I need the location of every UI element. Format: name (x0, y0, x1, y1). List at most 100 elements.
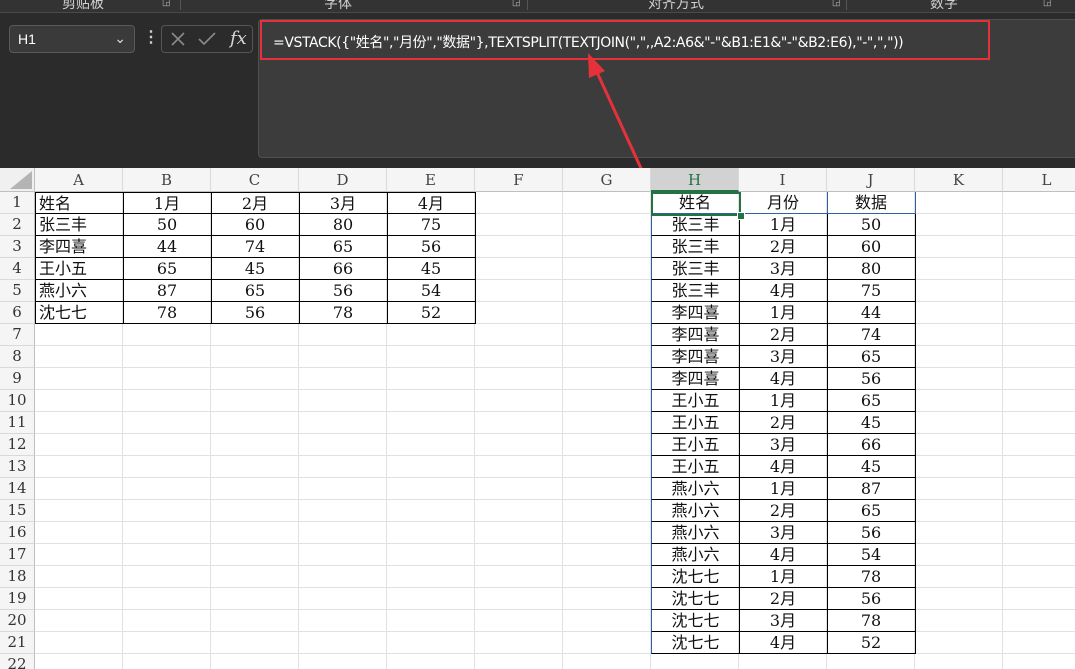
row-header-4[interactable]: 4 (0, 258, 35, 280)
cell-j1[interactable]: 数据 (827, 192, 916, 214)
cell-j15[interactable]: 65 (827, 500, 916, 522)
cell-h10[interactable]: 王小五 (651, 390, 740, 412)
column-header-f[interactable]: F (475, 168, 563, 192)
cell-c5[interactable]: 65 (211, 280, 300, 302)
cell-a4[interactable]: 王小五 (35, 258, 124, 280)
row-header-3[interactable]: 3 (0, 236, 35, 258)
cell-j12[interactable]: 66 (827, 434, 916, 456)
cell-i2[interactable]: 1月 (739, 214, 828, 236)
cell-j3[interactable]: 60 (827, 236, 916, 258)
cell-h2[interactable]: 张三丰 (651, 214, 740, 236)
cell-b5[interactable]: 87 (123, 280, 212, 302)
cell-j7[interactable]: 74 (827, 324, 916, 346)
select-all-corner[interactable] (0, 168, 35, 192)
cell-j5[interactable]: 75 (827, 280, 916, 302)
cell-i13[interactable]: 4月 (739, 456, 828, 478)
cell-e3[interactable]: 56 (387, 236, 476, 258)
check-icon[interactable] (198, 31, 216, 47)
cell-e2[interactable]: 75 (387, 214, 476, 236)
cell-j13[interactable]: 45 (827, 456, 916, 478)
column-header-j[interactable]: J (827, 168, 915, 192)
cell-d6[interactable]: 78 (299, 302, 388, 324)
row-header-22[interactable]: 22 (0, 654, 35, 669)
row-header-21[interactable]: 21 (0, 632, 35, 654)
cell-j18[interactable]: 78 (827, 566, 916, 588)
cell-d2[interactable]: 80 (299, 214, 388, 236)
cell-e6[interactable]: 52 (387, 302, 476, 324)
cell-e1[interactable]: 4月 (387, 192, 476, 214)
cell-i11[interactable]: 2月 (739, 412, 828, 434)
cell-d5[interactable]: 56 (299, 280, 388, 302)
cell-h16[interactable]: 燕小六 (651, 522, 740, 544)
row-header-9[interactable]: 9 (0, 368, 35, 390)
row-header-2[interactable]: 2 (0, 214, 35, 236)
row-header-8[interactable]: 8 (0, 346, 35, 368)
cell-c6[interactable]: 56 (211, 302, 300, 324)
cell-h11[interactable]: 王小五 (651, 412, 740, 434)
name-box[interactable]: H1 ⌄ (9, 25, 135, 53)
column-header-g[interactable]: G (563, 168, 651, 192)
cell-j6[interactable]: 44 (827, 302, 916, 324)
cell-b1[interactable]: 1月 (123, 192, 212, 214)
column-header-i[interactable]: I (739, 168, 827, 192)
cell-i3[interactable]: 2月 (739, 236, 828, 258)
cell-i16[interactable]: 3月 (739, 522, 828, 544)
cell-b3[interactable]: 44 (123, 236, 212, 258)
cell-i6[interactable]: 1月 (739, 302, 828, 324)
column-header-e[interactable]: E (387, 168, 475, 192)
cell-i15[interactable]: 2月 (739, 500, 828, 522)
cancel-x-icon[interactable] (170, 31, 186, 47)
cell-h6[interactable]: 李四喜 (651, 302, 740, 324)
cell-a1[interactable]: 姓名 (35, 192, 124, 214)
cell-j20[interactable]: 78 (827, 610, 916, 632)
cell-h17[interactable]: 燕小六 (651, 544, 740, 566)
row-header-1[interactable]: 1 (0, 192, 35, 214)
cell-j11[interactable]: 45 (827, 412, 916, 434)
chevron-down-icon[interactable]: ⌄ (114, 30, 126, 47)
row-header-15[interactable]: 15 (0, 500, 35, 522)
cell-i20[interactable]: 3月 (739, 610, 828, 632)
cell-h3[interactable]: 张三丰 (651, 236, 740, 258)
cell-i14[interactable]: 1月 (739, 478, 828, 500)
row-header-19[interactable]: 19 (0, 588, 35, 610)
cell-a3[interactable]: 李四喜 (35, 236, 124, 258)
cell-h4[interactable]: 张三丰 (651, 258, 740, 280)
cell-h5[interactable]: 张三丰 (651, 280, 740, 302)
cell-j10[interactable]: 65 (827, 390, 916, 412)
dialog-launcher-icon[interactable]: ◲ (832, 0, 842, 7)
cell-d4[interactable]: 66 (299, 258, 388, 280)
cell-c1[interactable]: 2月 (211, 192, 300, 214)
cell-h20[interactable]: 沈七七 (651, 610, 740, 632)
row-header-7[interactable]: 7 (0, 324, 35, 346)
cell-j14[interactable]: 87 (827, 478, 916, 500)
row-header-18[interactable]: 18 (0, 566, 35, 588)
fill-handle[interactable] (737, 212, 745, 220)
cell-j2[interactable]: 50 (827, 214, 916, 236)
cell-b2[interactable]: 50 (123, 214, 212, 236)
cell-a6[interactable]: 沈七七 (35, 302, 124, 324)
cell-j9[interactable]: 56 (827, 368, 916, 390)
insert-function-button[interactable]: fx (230, 28, 247, 49)
cell-i10[interactable]: 1月 (739, 390, 828, 412)
cell-i18[interactable]: 1月 (739, 566, 828, 588)
column-header-a[interactable]: A (35, 168, 123, 192)
formula-input[interactable]: =VSTACK({"姓名","月份","数据"},TEXTSPLIT(TEXTJ… (258, 19, 1075, 158)
cell-i7[interactable]: 2月 (739, 324, 828, 346)
cell-h7[interactable]: 李四喜 (651, 324, 740, 346)
cell-h15[interactable]: 燕小六 (651, 500, 740, 522)
cell-c3[interactable]: 74 (211, 236, 300, 258)
column-header-c[interactable]: C (211, 168, 299, 192)
cell-h9[interactable]: 李四喜 (651, 368, 740, 390)
row-header-14[interactable]: 14 (0, 478, 35, 500)
cell-i19[interactable]: 2月 (739, 588, 828, 610)
cell-h21[interactable]: 沈七七 (651, 632, 740, 654)
cell-b6[interactable]: 78 (123, 302, 212, 324)
row-header-20[interactable]: 20 (0, 610, 35, 632)
cell-i21[interactable]: 4月 (739, 632, 828, 654)
cell-d1[interactable]: 3月 (299, 192, 388, 214)
cell-j21[interactable]: 52 (827, 632, 916, 654)
cell-h18[interactable]: 沈七七 (651, 566, 740, 588)
cell-j4[interactable]: 80 (827, 258, 916, 280)
dialog-launcher-icon[interactable]: ◲ (1043, 0, 1053, 7)
dialog-launcher-icon[interactable]: ◲ (162, 0, 172, 7)
